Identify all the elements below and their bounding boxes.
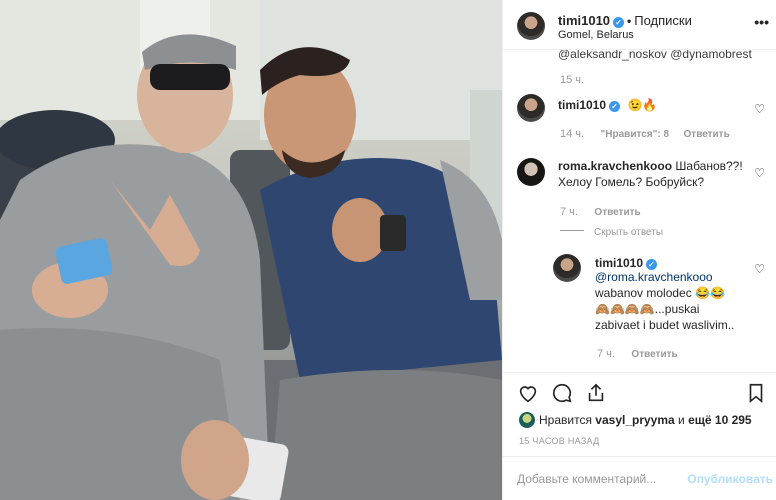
share-icon[interactable] bbox=[585, 382, 607, 404]
header-user-line: timi1010 ✓ • Подписки bbox=[558, 13, 692, 28]
reply-username[interactable]: timi1010 bbox=[595, 256, 643, 270]
hide-replies-toggle[interactable]: Скрыть ответы bbox=[560, 222, 663, 240]
reply-button[interactable]: Ответить bbox=[594, 207, 640, 218]
hide-replies-label: Скрыть ответы bbox=[594, 227, 664, 238]
comment-like-icon[interactable]: ♡ bbox=[754, 166, 765, 180]
likes-and: и bbox=[678, 413, 685, 427]
comment-avatar[interactable] bbox=[517, 158, 545, 186]
comment-icon[interactable] bbox=[551, 382, 573, 404]
post-location[interactable]: Gomel, Belarus bbox=[558, 29, 634, 41]
verified-badge-icon: ✓ bbox=[613, 17, 625, 28]
comment-2: roma.kravchenkooo Шабанов??! Хелоу Гомел… bbox=[558, 158, 743, 190]
add-comment-area: Опубликовать bbox=[503, 456, 776, 500]
reply-text-line-1: wabanov molodec 😂😂 bbox=[595, 286, 725, 300]
heart-icon[interactable] bbox=[517, 382, 539, 404]
more-options-icon[interactable]: ••• bbox=[754, 14, 769, 30]
comment-1: timi1010 ✓ 😉🔥 bbox=[558, 96, 657, 114]
comment-1-meta: 14 ч. "Нравится": 8 Ответить bbox=[560, 124, 730, 142]
comment-likes-count[interactable]: "Нравится": 8 bbox=[601, 129, 670, 140]
comment-input[interactable] bbox=[517, 469, 687, 489]
comment-like-icon[interactable]: ♡ bbox=[754, 262, 765, 276]
reply-1-text: @roma.kravchenkooo wabanov molodec 😂😂 🙈🙈… bbox=[595, 269, 745, 333]
likes-count[interactable]: ещё 10 295 bbox=[688, 413, 752, 427]
post-actions-bar bbox=[503, 372, 776, 412]
liker-username[interactable]: vasyl_pryyma bbox=[595, 413, 674, 427]
separator-dot: • bbox=[627, 14, 632, 28]
comment-text: 😉🔥 bbox=[627, 98, 658, 112]
verified-badge-icon: ✓ bbox=[609, 101, 621, 112]
author-username[interactable]: timi1010 bbox=[558, 13, 610, 28]
truncated-caption-line: @aleksandr_noskov @dynamobrest bbox=[558, 50, 752, 61]
post-timestamp: 15 ЧАСОВ НАЗАД bbox=[519, 436, 600, 446]
likes-summary: Нравится vasyl_pryyma и ещё 10 295 bbox=[519, 412, 752, 428]
author-avatar[interactable] bbox=[517, 12, 545, 40]
comment-time: 14 ч. bbox=[560, 128, 585, 140]
reply-button[interactable]: Ответить bbox=[631, 349, 677, 360]
comment-time: 7 ч. bbox=[597, 348, 615, 360]
reply-text-line-2: 🙈🙈🙈🙈...puskai zabivaet i budet waslivim.… bbox=[595, 302, 735, 332]
post-photo[interactable] bbox=[0, 0, 502, 500]
comment-avatar[interactable] bbox=[517, 94, 545, 122]
comment-2-meta: 7 ч. Ответить bbox=[560, 202, 641, 220]
bookmark-icon[interactable] bbox=[745, 382, 767, 404]
likes-prefix: Нравится bbox=[539, 413, 592, 427]
reply-1-meta: 7 ч. Ответить bbox=[597, 344, 678, 362]
reply-button[interactable]: Ответить bbox=[684, 129, 730, 140]
caption-time: 15 ч. bbox=[560, 74, 585, 86]
photo-illustration bbox=[0, 0, 502, 500]
hide-replies-line bbox=[560, 230, 584, 232]
comment-username[interactable]: timi1010 bbox=[558, 98, 606, 112]
publish-button[interactable]: Опубликовать bbox=[687, 472, 773, 486]
following-button[interactable]: Подписки bbox=[634, 13, 692, 28]
post-side-panel: timi1010 ✓ • Подписки Gomel, Belarus ••• @a… bbox=[502, 0, 776, 500]
comments-list[interactable]: @aleksandr_noskov @dynamobrest 15 ч. tim… bbox=[503, 50, 776, 372]
comment-username[interactable]: roma.kravchenkooo bbox=[558, 159, 672, 173]
comment-time: 7 ч. bbox=[560, 206, 578, 218]
post-header: timi1010 ✓ • Подписки Gomel, Belarus ••• bbox=[503, 0, 776, 50]
reply-mention[interactable]: @roma.kravchenkooo bbox=[595, 269, 745, 285]
liker-avatar[interactable] bbox=[519, 412, 535, 428]
comment-like-icon[interactable]: ♡ bbox=[754, 102, 765, 116]
reply-avatar[interactable] bbox=[553, 254, 581, 282]
